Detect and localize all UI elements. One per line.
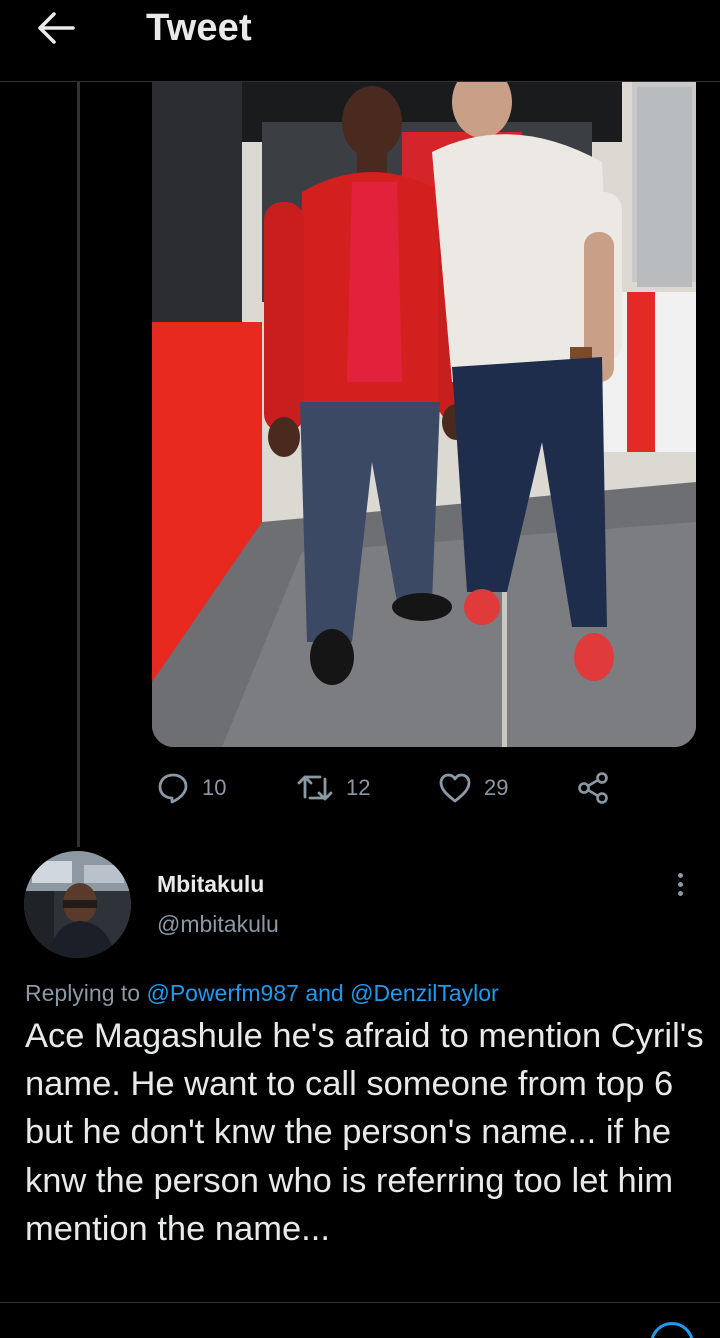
tweet-photo[interactable]: [152, 82, 696, 747]
author-handle[interactable]: @mbitakulu: [157, 911, 279, 938]
back-button[interactable]: [30, 6, 82, 50]
share-icon: [578, 772, 608, 804]
replying-prefix: Replying to: [25, 980, 141, 1006]
retweet-button[interactable]: 12: [296, 766, 370, 810]
like-button[interactable]: 29: [438, 766, 508, 810]
mention-link-denziltaylor[interactable]: @DenzilTaylor: [350, 980, 499, 1006]
retweet-icon: [297, 775, 333, 801]
tweet-photo-image: [152, 82, 696, 747]
mention-link-powerfm987[interactable]: @Powerfm987: [146, 980, 298, 1006]
replying-to-line: Replying to @Powerfm987 and @DenzilTaylo…: [25, 980, 499, 1007]
thread-connector-line: [77, 82, 80, 847]
share-button[interactable]: [576, 766, 610, 810]
more-options-button[interactable]: [664, 864, 696, 904]
tweet-actions-bar: 10 12 29: [152, 766, 622, 810]
compose-button-edge[interactable]: [650, 1322, 694, 1338]
author-display-name[interactable]: Mbitakulu: [157, 871, 264, 898]
reply-button[interactable]: 10: [156, 766, 226, 810]
like-count: 29: [484, 775, 509, 800]
page-title: Tweet: [146, 7, 252, 49]
like-icon: [439, 773, 471, 803]
avatar[interactable]: [24, 851, 131, 958]
tweet-body-text: Ace Magashule he's afraid to mention Cyr…: [25, 1017, 704, 1248]
mention-conjunction: and: [305, 980, 344, 1006]
top-app-bar: Tweet: [0, 0, 720, 82]
reply-count: 10: [202, 775, 227, 800]
arrow-left-icon: [38, 12, 75, 44]
more-dot-icon: [677, 890, 683, 896]
divider: [0, 1302, 720, 1303]
retweet-count: 12: [346, 775, 371, 800]
more-dot-icon: [677, 872, 683, 878]
avatar-image: [24, 851, 131, 958]
reply-icon: [158, 773, 188, 804]
more-dot-icon: [677, 881, 683, 887]
